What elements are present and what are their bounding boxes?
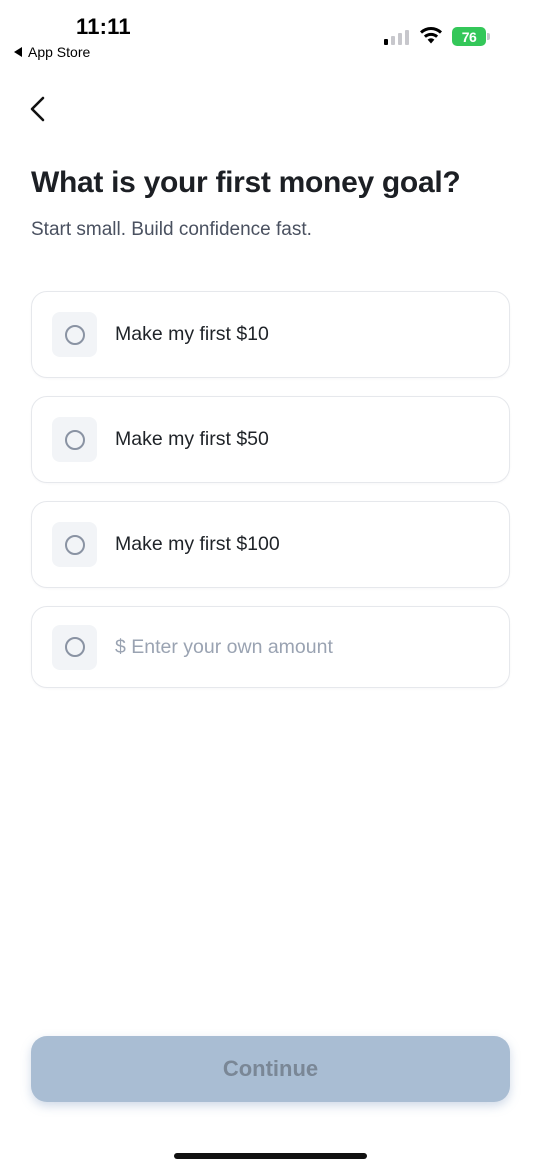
goal-option-label: Make my first $100 — [115, 533, 280, 555]
home-indicator — [174, 1153, 367, 1159]
back-triangle-icon — [14, 47, 22, 57]
radio-unchecked-icon — [64, 324, 85, 345]
radio-container — [52, 522, 97, 567]
status-time: 11:11 — [76, 14, 131, 39]
goal-option-label: Make my first $10 — [115, 323, 269, 345]
radio-unchecked-icon — [64, 429, 85, 450]
continue-button[interactable]: Continue — [31, 1036, 510, 1102]
goal-option-label: Make my first $50 — [115, 428, 269, 450]
wifi-icon — [420, 27, 442, 44]
page-subtitle: Start small. Build confidence fast. — [31, 219, 312, 240]
radio-unchecked-icon — [64, 637, 85, 657]
radio-container — [52, 417, 97, 462]
back-button[interactable] — [22, 92, 52, 126]
battery-icon: 76 — [452, 27, 490, 46]
goal-option-100[interactable]: Make my first $100 — [31, 501, 510, 588]
status-bar: 11:11 App Store 76 — [0, 0, 540, 70]
back-app-label: App Store — [28, 44, 91, 60]
back-to-app-link[interactable]: App Store — [14, 44, 90, 60]
custom-amount-input[interactable] — [115, 635, 475, 659]
chevron-left-icon — [30, 96, 45, 122]
page-title: What is your first money goal? — [31, 166, 461, 199]
battery-level: 76 — [452, 27, 486, 46]
goal-options: Make my first $10 Make my first $50 Make… — [31, 291, 510, 706]
radio-container — [52, 624, 97, 670]
goal-option-custom[interactable] — [31, 606, 510, 688]
goal-option-50[interactable]: Make my first $50 — [31, 396, 510, 483]
radio-container — [52, 312, 97, 357]
radio-unchecked-icon — [64, 534, 85, 555]
goal-option-10[interactable]: Make my first $10 — [31, 291, 510, 378]
cellular-signal-icon — [384, 29, 409, 45]
